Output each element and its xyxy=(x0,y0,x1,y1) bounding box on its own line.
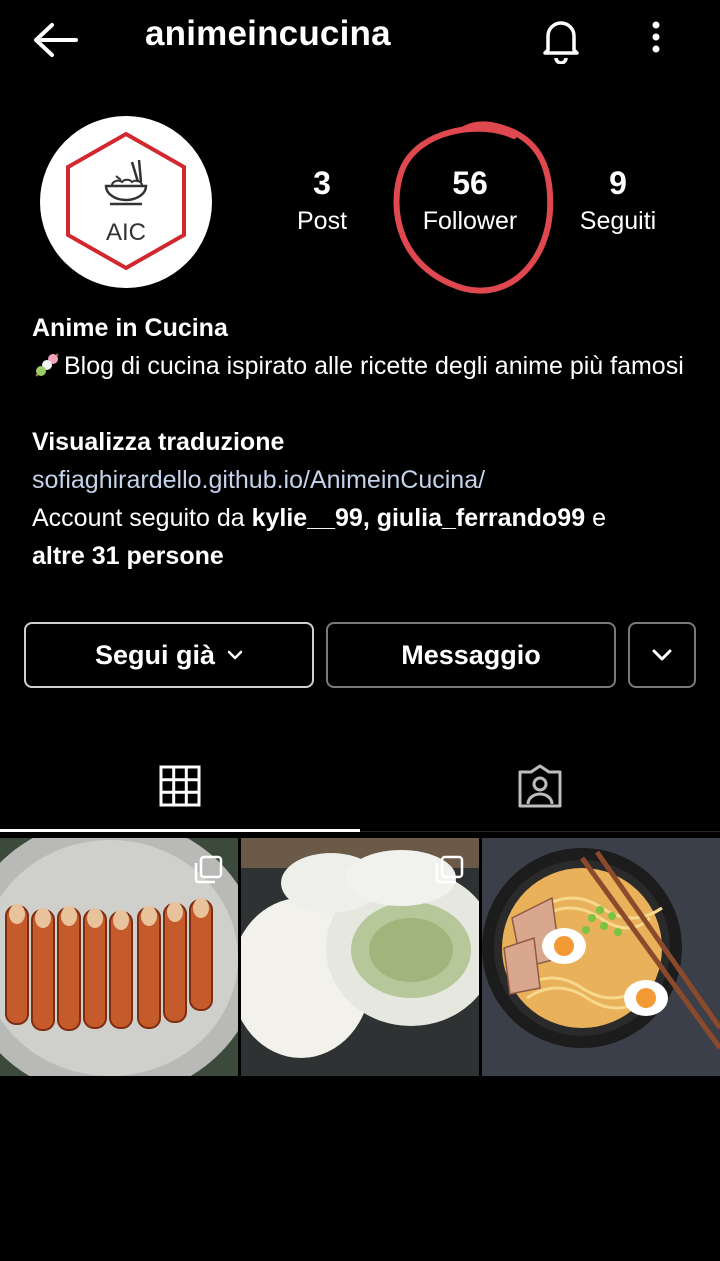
message-button[interactable]: Messaggio xyxy=(326,622,616,688)
stat-posts[interactable]: 3 Post xyxy=(276,163,368,239)
following-button[interactable]: Segui già xyxy=(24,622,314,688)
post-thumbnail-mochi[interactable] xyxy=(241,838,479,1076)
followed-separator: , xyxy=(362,504,377,532)
chevron-down-icon xyxy=(651,648,673,662)
profile-avatar[interactable]: AIC xyxy=(40,116,212,288)
post-thumbnail-ramen[interactable] xyxy=(482,838,720,1076)
tagged-person-icon xyxy=(518,764,562,808)
stat-following[interactable]: 9 Seguiti xyxy=(566,163,670,239)
top-bar: animeincucina xyxy=(0,0,720,80)
website-link[interactable]: sofiaghirardello.github.io/AnimeinCucina… xyxy=(32,461,692,499)
chevron-down-icon xyxy=(227,650,243,660)
post-thumbnail-sausage-fingers[interactable] xyxy=(0,838,238,1076)
followed-others: altre 31 persone xyxy=(32,542,224,570)
followed-user-2: giulia_ferrando99 xyxy=(376,504,586,532)
description-text: Blog di cucina ispirato alle ricette deg… xyxy=(64,352,684,380)
following-button-label: Segui già xyxy=(94,639,216,670)
more-vertical-icon[interactable] xyxy=(640,16,672,60)
profile-description: Blog di cucina ispirato alle ricette deg… xyxy=(32,347,692,385)
dango-emoji-icon xyxy=(32,350,62,380)
carousel-icon xyxy=(433,854,465,886)
arrow-left-icon[interactable] xyxy=(30,18,82,62)
posts-count: 3 xyxy=(313,165,331,201)
following-label: Seguiti xyxy=(579,207,657,235)
message-button-label: Messaggio xyxy=(401,639,541,670)
tab-tagged[interactable] xyxy=(360,742,720,832)
tab-divider xyxy=(360,831,720,832)
suggested-accounts-button[interactable] xyxy=(628,622,696,688)
tab-posts-grid[interactable] xyxy=(0,742,360,832)
highlight-circle-annotation xyxy=(388,118,562,298)
followed-and: e xyxy=(585,504,606,532)
profile-display-name: Anime in Cucina xyxy=(32,314,228,342)
avatar-logo-text: AIC xyxy=(106,219,146,246)
translate-link[interactable]: Visualizza traduzione xyxy=(32,423,692,461)
grid-icon xyxy=(159,765,201,807)
posts-label: Post xyxy=(296,207,348,235)
following-count: 9 xyxy=(609,165,627,201)
followed-by-text[interactable]: Account seguito da kylie__99, giulia_fer… xyxy=(32,499,692,575)
active-tab-indicator xyxy=(0,829,360,832)
bell-icon[interactable] xyxy=(536,14,586,65)
carousel-icon xyxy=(192,854,224,886)
followed-prefix: Account seguito da xyxy=(32,504,252,532)
profile-username: animeincucina xyxy=(145,14,391,53)
followed-user-1: kylie__99 xyxy=(251,504,363,532)
